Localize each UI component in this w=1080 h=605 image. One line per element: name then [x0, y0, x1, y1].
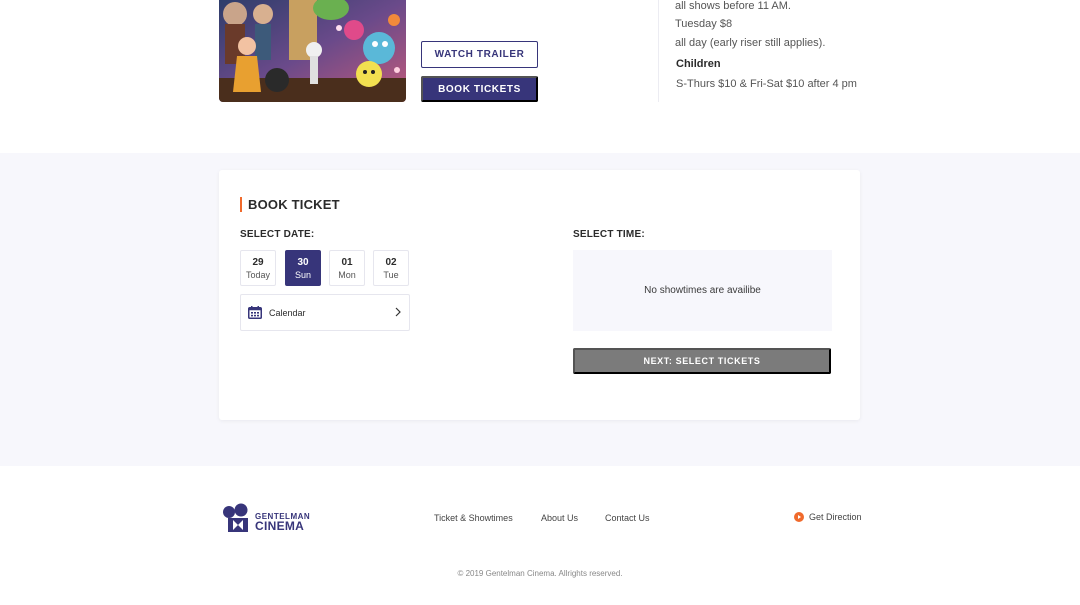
logo-text-bottom: CINEMA: [255, 519, 305, 533]
select-time-label: SELECT TIME:: [573, 229, 645, 240]
calendar-picker[interactable]: Calendar: [240, 294, 410, 331]
no-showtimes-message: No showtimes are availibe: [644, 285, 761, 296]
date-day: Tue: [383, 270, 399, 280]
divider: [658, 0, 659, 102]
movie-detail-section: [0, 0, 1080, 153]
date-number: 29: [252, 257, 264, 268]
date-day: Today: [245, 270, 271, 280]
showtimes-panel: No showtimes are availibe: [573, 250, 832, 331]
book-ticket-title: BOOK TICKET: [240, 197, 340, 212]
price-line-2: Tuesday $8: [675, 18, 733, 30]
date-day: Mon: [338, 270, 356, 280]
calendar-label: Calendar: [269, 307, 306, 318]
footer-link-ticket-showtimes[interactable]: Ticket & Showtimes: [434, 513, 513, 523]
cinema-logo-icon: [223, 503, 248, 532]
direction-icon: [794, 512, 804, 522]
date-number: 30: [297, 257, 309, 268]
calendar-icon: [248, 306, 262, 319]
gentelman-cinema-logo[interactable]: GENTELMAN CINEMA: [222, 503, 312, 533]
get-direction-label: Get Direction: [809, 512, 862, 522]
date-day: Sun: [294, 270, 311, 280]
date-number: 01: [341, 257, 353, 268]
get-direction-link[interactable]: Get Direction: [794, 512, 862, 522]
footer-link-contact-us[interactable]: Contact Us: [605, 513, 650, 523]
children-heading: Children: [676, 58, 721, 70]
movie-poster-image: [219, 0, 406, 102]
footer: [0, 466, 1080, 605]
select-date-label: SELECT DATE:: [240, 229, 315, 240]
movie-poster: [219, 0, 406, 102]
watch-trailer-button[interactable]: WATCH TRAILER: [421, 41, 538, 68]
date-option-01[interactable]: 01 Mon: [329, 250, 365, 286]
children-price: S-Thurs $10 & Fri-Sat $10 after 4 pm: [676, 78, 857, 90]
footer-link-about-us[interactable]: About Us: [541, 513, 578, 523]
price-line-1: all shows before 11 AM.: [675, 0, 791, 12]
date-option-02[interactable]: 02 Tue: [373, 250, 409, 286]
date-option-29[interactable]: 29 Today: [240, 250, 276, 286]
date-number: 02: [385, 257, 397, 268]
book-tickets-button[interactable]: BOOK TICKETS: [421, 76, 538, 102]
chevron-right-icon: [395, 307, 401, 317]
copyright-text: © 2019 Gentelman Cinema. Allrights reser…: [457, 569, 623, 578]
date-option-30[interactable]: 30 Sun: [285, 250, 321, 286]
price-line-3: all day (early riser still applies).: [675, 37, 826, 49]
next-select-tickets-button[interactable]: NEXT: SELECT TICKETS: [573, 348, 831, 374]
